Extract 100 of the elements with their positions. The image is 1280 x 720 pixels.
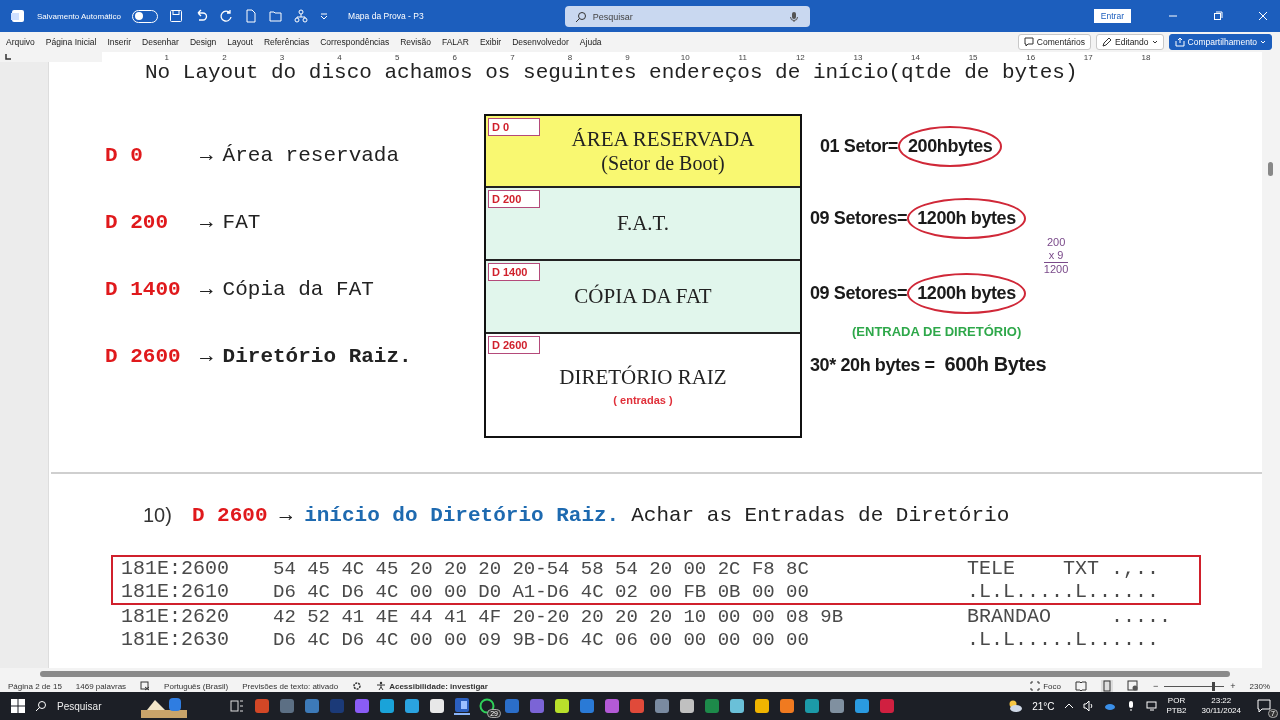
app-icon[interactable] xyxy=(754,698,770,714)
save-icon[interactable] xyxy=(169,9,184,23)
customize-icon[interactable] xyxy=(319,11,330,21)
address-label: D 2600 xyxy=(191,504,268,527)
area-title: F.A.T. xyxy=(616,211,670,236)
app-icon[interactable] xyxy=(679,698,695,714)
hex-address: 181E:2620 xyxy=(120,605,231,628)
sign-in-button[interactable]: Entrar xyxy=(1093,9,1131,23)
word-count[interactable]: 1469 palavras xyxy=(75,681,127,691)
chevron-up-icon[interactable] xyxy=(1063,701,1074,711)
hex-bytes: D6 4C D6 4C 00 00 09 9B-D6 4C 06 00 00 00 00 00 xyxy=(273,628,810,651)
network-icon[interactable] xyxy=(1145,700,1158,712)
address-tag: D 1400 xyxy=(488,263,540,281)
task-view-icon[interactable] xyxy=(229,698,245,714)
area-note: ( entradas ) xyxy=(613,393,673,406)
document-title[interactable]: Mapa da Prova - P3 xyxy=(348,11,424,21)
address-tag: D 200 xyxy=(488,190,540,208)
accessibility-icon[interactable] xyxy=(376,681,387,691)
autosave-label: Salvamento Automático xyxy=(37,11,122,21)
zoom-in-button[interactable]: + xyxy=(1230,681,1236,691)
menu-tab[interactable]: Desenvolvedor xyxy=(510,37,576,47)
weather-icon[interactable] xyxy=(1007,698,1024,714)
size-value: 1200h bytes xyxy=(907,197,1026,239)
speaker-icon[interactable] xyxy=(1082,700,1095,712)
hex-bytes: D6 4C D6 4C 00 00 D0 A1-D6 4C 02 00 FB 0B 00 00 xyxy=(273,580,810,603)
app-icon[interactable] xyxy=(729,698,745,714)
word-app-icon[interactable] xyxy=(454,697,470,715)
ribbon-button[interactable]: Comentários xyxy=(1017,34,1091,50)
size-value: 600h Bytes xyxy=(944,353,1047,376)
search-icon[interactable] xyxy=(35,700,47,712)
focus-button[interactable]: Foco xyxy=(1043,681,1061,691)
close-icon[interactable] xyxy=(1258,11,1268,21)
app-icon[interactable] xyxy=(554,698,570,714)
pencil-icon xyxy=(1102,37,1112,47)
weather-temperature[interactable]: 21°C xyxy=(1032,700,1055,712)
app-icon[interactable] xyxy=(379,698,395,714)
address-label: D 200 xyxy=(105,211,169,234)
address-label: D 0 xyxy=(105,144,144,167)
menu-tab[interactable]: Arquivo xyxy=(4,37,42,47)
menu-tab[interactable]: Layout xyxy=(225,37,260,47)
web-layout-icon[interactable] xyxy=(1127,680,1139,692)
windows-start-icon[interactable] xyxy=(10,698,26,714)
ribbon-button[interactable]: Editando xyxy=(1096,34,1164,50)
diagram-icon[interactable] xyxy=(294,9,309,23)
notifications-icon[interactable] xyxy=(1256,698,1272,714)
address-label: D 1400 xyxy=(105,278,182,301)
size-label: 30* 20h bytes = xyxy=(810,355,935,376)
menu-tab[interactable]: Correspondências xyxy=(318,37,397,47)
area-title: CÓPIA DA FAT xyxy=(574,284,712,309)
size-label: 09 Setores= xyxy=(810,207,908,229)
read-mode-icon[interactable] xyxy=(1075,680,1087,692)
app-icon[interactable] xyxy=(404,698,420,714)
text-predictions-status[interactable]: Previsões de texto: ativado xyxy=(242,681,339,691)
menu-tab[interactable]: Página Inicial xyxy=(43,37,104,47)
zoom-level[interactable]: 230% xyxy=(1249,681,1270,691)
entry-label: (ENTRADA DE DIRETÓRIO) xyxy=(852,324,1023,339)
ruler[interactable]: 1 2 3 4 5 6 7 8 9 10 11 12 13 14 15 16 17 18 xyxy=(102,52,1262,62)
menu-tab[interactable]: Design xyxy=(187,37,224,47)
caret-icon xyxy=(1151,39,1158,45)
page-count[interactable]: Página 2 de 15 xyxy=(8,681,62,691)
step-number: 10) xyxy=(143,504,172,527)
accessibility-status[interactable]: Acessibilidade: investigar xyxy=(389,681,488,691)
tab-stop-icon[interactable] xyxy=(4,53,12,61)
taskbar-search-field[interactable]: Pesquisar xyxy=(55,699,131,713)
print-layout-icon[interactable] xyxy=(1101,680,1113,692)
menu-tab[interactable]: Inserir xyxy=(105,37,138,47)
area-name: Cópia da FAT xyxy=(222,278,374,301)
menu-tab[interactable]: Exibir xyxy=(477,37,509,47)
hex-bytes: 54 45 4C 45 20 20 20 20-54 58 54 20 00 2C F8 8C xyxy=(273,557,810,580)
zoom-slider-thumb[interactable] xyxy=(1212,681,1216,691)
menu-tab[interactable]: Referências xyxy=(261,37,317,47)
app-icon[interactable] xyxy=(779,698,795,714)
zoom-out-button[interactable]: − xyxy=(1153,681,1159,691)
arrow-text: → xyxy=(200,144,213,167)
search-icon xyxy=(574,10,587,23)
new-document-icon[interactable] xyxy=(244,9,259,23)
share-icon xyxy=(1174,37,1185,47)
area-subtitle: (Setor de Boot) xyxy=(601,152,725,175)
focus-icon[interactable] xyxy=(1030,681,1041,691)
settings-icon[interactable] xyxy=(352,681,363,691)
app-icon[interactable] xyxy=(429,698,445,714)
menu-tab[interactable]: Revisão xyxy=(398,37,438,47)
menu-tab[interactable]: Ajuda xyxy=(577,37,609,47)
size-label: 09 Setores= xyxy=(810,282,908,304)
restore-icon[interactable] xyxy=(1213,11,1223,21)
hex-ascii: .L.L.....L...... xyxy=(967,580,1160,603)
folder-icon[interactable] xyxy=(269,9,284,23)
menu-tab[interactable]: FALAR xyxy=(439,37,476,47)
address-tag: D 0 xyxy=(488,118,540,136)
ribbon-button[interactable]: Compartilhamento xyxy=(1168,34,1272,50)
hex-address: 181E:2600 xyxy=(120,557,231,580)
hex-ascii: .L.L.....L...... xyxy=(967,628,1160,651)
proofing-icon[interactable] xyxy=(140,681,151,691)
area-title: ÁREA RESERVADA xyxy=(571,127,755,152)
search-field[interactable]: Pesquisar xyxy=(564,6,810,27)
input-language[interactable]: POR PTB2 xyxy=(1166,696,1187,716)
language-status[interactable]: Português (Brasil) xyxy=(164,681,229,691)
menu-tab[interactable]: Desenhar xyxy=(140,37,186,47)
redo-icon[interactable] xyxy=(219,9,234,23)
clock[interactable]: 23:22 30/11/2024 xyxy=(1201,696,1241,716)
